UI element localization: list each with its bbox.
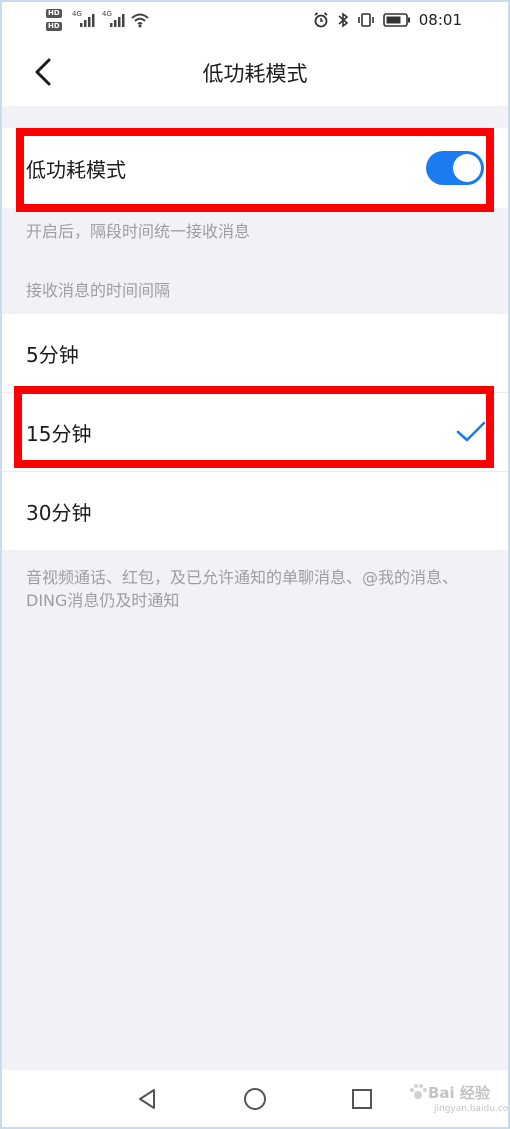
nav-home-button[interactable] [240, 1084, 270, 1114]
nav-back-button[interactable] [132, 1084, 162, 1114]
interval-option-5[interactable]: 5分钟 [2, 314, 508, 392]
battery-icon [382, 13, 410, 27]
status-right-group: 08:01 [313, 9, 462, 31]
watermark: Bai 经验 jingyan.baidu.com [408, 1078, 508, 1122]
interval-section-header: 接收消息的时间间隔 [26, 281, 171, 300]
square-recent-icon [352, 1089, 372, 1109]
wifi-icon [131, 13, 149, 28]
status-bar: HD HD 4G 4G 08:01 [2, 2, 508, 38]
interval-option-label: 30分钟 [26, 500, 92, 525]
page-title: 低功耗模式 [202, 62, 308, 86]
vibrate-icon [357, 13, 374, 27]
hd-badge-1: HD [46, 9, 62, 18]
nav-recent-button[interactable] [347, 1084, 377, 1114]
hd-badge-2: HD [46, 22, 62, 31]
interval-footnote: 音视频通话、红包，及已允许通知的单聊消息、@我的消息、DING消息仍及时通知 [26, 568, 459, 610]
paw-icon [410, 1084, 427, 1099]
interval-option-30[interactable]: 30分钟 [2, 472, 508, 550]
circle-home-icon [244, 1088, 266, 1110]
highlight-box-toggle [16, 128, 494, 212]
app-screen: HD HD 4G 4G 08:01 低功耗模式 低功耗模式 开启后，隔段时间统一… [2, 2, 508, 1127]
signal-icon-1 [80, 14, 95, 27]
alarm-icon [314, 12, 328, 28]
watermark-sub: jingyan.baidu.com [434, 1104, 508, 1114]
bluetooth-icon [338, 12, 349, 28]
highlight-box-option [14, 386, 494, 468]
title-bar: 低功耗模式 [2, 38, 508, 106]
watermark-text: Bai 经验 [428, 1084, 490, 1102]
low-power-description: 开启后，隔段时间统一接收消息 [26, 222, 251, 241]
status-time: 08:01 [418, 11, 462, 29]
interval-option-label: 5分钟 [26, 342, 79, 367]
triangle-back-icon [139, 1089, 155, 1109]
system-nav-bar: Bai 经验 jingyan.baidu.com [2, 1070, 508, 1127]
signal-icon-2 [110, 14, 125, 27]
